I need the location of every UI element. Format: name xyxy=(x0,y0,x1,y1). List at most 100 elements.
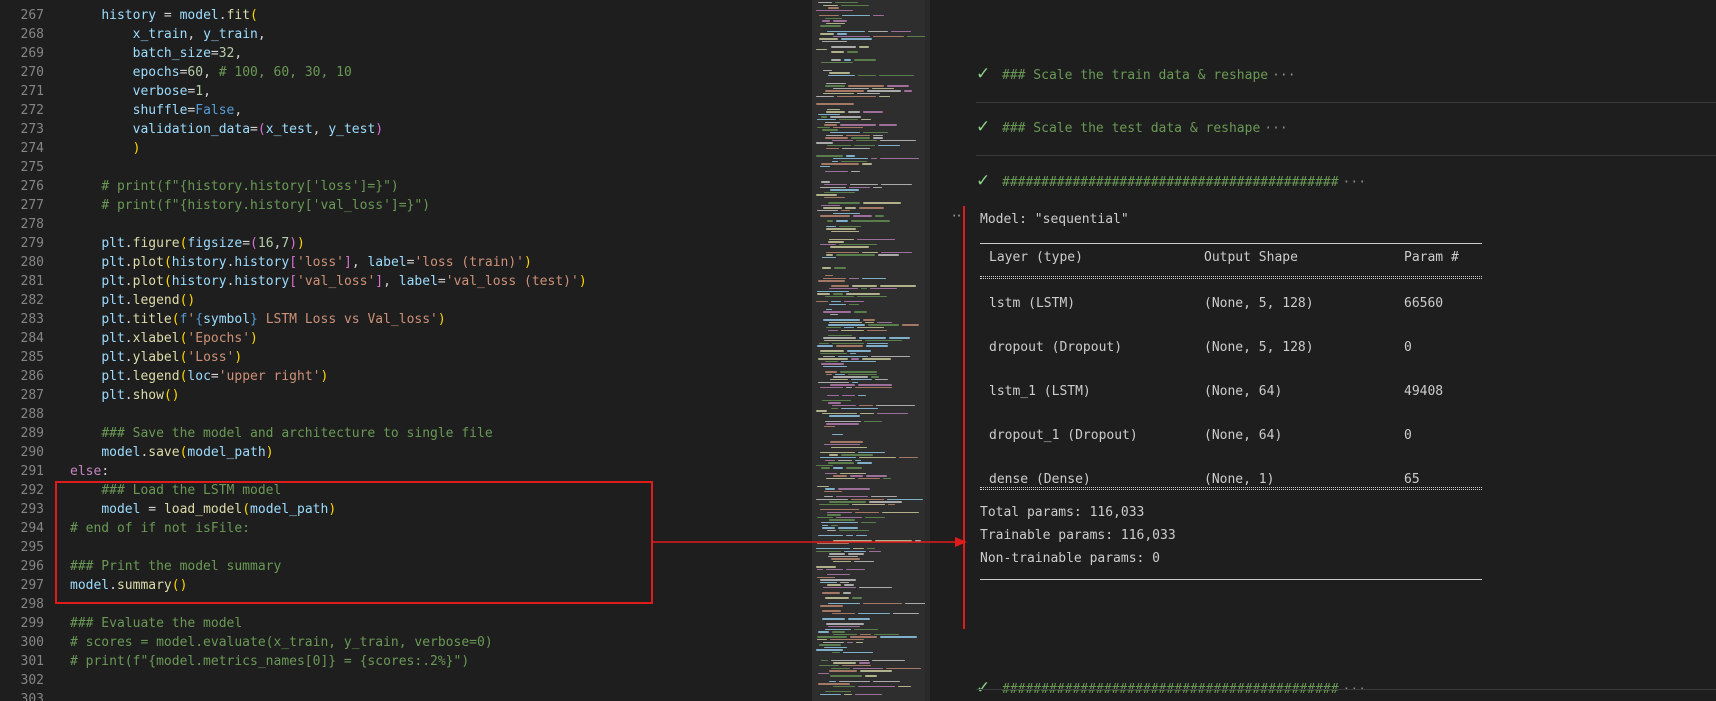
code-text[interactable]: plt.title(f'{symbol} LSTM Loss vs Val_lo… xyxy=(70,310,445,329)
code-text[interactable]: verbose=1, xyxy=(70,82,211,101)
code-line[interactable]: 272 shuffle=False, xyxy=(0,101,810,120)
code-text[interactable]: ) xyxy=(70,139,141,158)
code-line[interactable]: 289 ### Save the model and architecture … xyxy=(0,424,810,443)
code-text[interactable]: # print(f"{history.history['val_loss']=}… xyxy=(70,196,430,215)
code-text[interactable]: epochs=60, # 100, 60, 30, 10 xyxy=(70,63,352,82)
minimap[interactable] xyxy=(812,0,932,701)
collapsed-cell[interactable]: ✓ #######################################… xyxy=(976,674,1716,701)
minimap-line xyxy=(862,277,886,279)
code-line[interactable]: 287 plt.show() xyxy=(0,386,810,405)
code-line[interactable]: 271 verbose=1, xyxy=(0,82,810,101)
code-line[interactable]: 303 xyxy=(0,690,810,701)
minimap-line xyxy=(826,373,832,376)
code-text[interactable]: # print(f"{history.history['loss']=}") xyxy=(70,177,398,196)
code-line[interactable]: 291 else: xyxy=(0,462,810,481)
minimap-line xyxy=(860,670,892,672)
collapsed-cell[interactable]: ✓ ### Scale the train data & reshape ··· xyxy=(976,60,1716,88)
code-line[interactable]: 277 # print(f"{history.history['val_loss… xyxy=(0,196,810,215)
minimap-line xyxy=(817,290,849,292)
code-line[interactable]: 267 history = model.fit( xyxy=(0,6,810,25)
line-number: 270 xyxy=(20,65,44,80)
code-text[interactable]: plt.legend(loc='upper right') xyxy=(70,367,328,386)
minimap-line xyxy=(840,581,849,584)
expand-cell-ellipsis-icon[interactable]: ··· xyxy=(1264,121,1287,136)
code-line[interactable]: 299 ### Evaluate the model xyxy=(0,614,810,633)
output-shape: (None, 64) xyxy=(1204,384,1283,399)
code-text[interactable]: plt.legend() xyxy=(70,291,195,310)
code-line[interactable]: 280 plt.plot(history.history['loss'], la… xyxy=(0,253,810,272)
code-line[interactable]: 282 plt.legend() xyxy=(0,291,810,310)
code-line[interactable]: 278 xyxy=(0,215,810,234)
code-line[interactable]: 288 xyxy=(0,405,810,424)
minimap-line xyxy=(872,659,905,662)
code-line[interactable]: 285 plt.ylabel('Loss') xyxy=(0,348,810,367)
code-text[interactable]: # scores = model.evaluate(x_train, y_tra… xyxy=(70,633,493,652)
code-line[interactable]: 268 x_train, y_train, xyxy=(0,25,810,44)
code-line[interactable]: 281 plt.plot(history.history['val_loss']… xyxy=(0,272,810,291)
code-text[interactable]: batch_size=32, xyxy=(70,44,243,63)
code-text[interactable]: plt.ylabel('Loss') xyxy=(70,348,242,367)
minimap-line xyxy=(833,20,847,22)
code-line[interactable]: 283 plt.title(f'{symbol} LSTM Loss vs Va… xyxy=(0,310,810,329)
minimap-line xyxy=(831,446,867,448)
minimap-line xyxy=(822,399,851,402)
code-text[interactable]: model.save(model_path) xyxy=(70,443,274,462)
code-text[interactable]: ### Save the model and architecture to s… xyxy=(70,424,492,443)
code-line[interactable]: 302 xyxy=(0,671,810,690)
code-line[interactable]: 269 batch_size=32, xyxy=(0,44,810,63)
line-number: 293 xyxy=(20,502,44,517)
code-line[interactable]: 286 plt.legend(loc='upper right') xyxy=(0,367,810,386)
code-token: . xyxy=(218,8,227,23)
minimap-line xyxy=(828,329,838,331)
collapsed-cell[interactable]: ✓ #######################################… xyxy=(976,167,1716,195)
minimap-line xyxy=(843,592,851,594)
minimap-line xyxy=(824,124,837,126)
expand-cell-ellipsis-icon[interactable]: ··· xyxy=(1343,175,1366,190)
code-line[interactable]: 274 ) xyxy=(0,139,810,158)
code-token: = xyxy=(210,369,219,384)
minimap-line xyxy=(817,636,847,638)
code-text[interactable]: plt.show() xyxy=(70,386,179,405)
code-text[interactable]: plt.figure(figsize=(16,7)) xyxy=(70,234,305,253)
code-text[interactable]: plt.xlabel('Epochs') xyxy=(70,329,258,348)
code-text[interactable]: validation_data=(x_test, y_test) xyxy=(70,120,383,139)
minimap-line xyxy=(881,251,912,253)
output-more-actions-icon[interactable]: ··· xyxy=(948,206,970,226)
code-token: history xyxy=(171,255,227,270)
code-text[interactable]: # print(f"{model.metrics_names[0]} = {sc… xyxy=(70,652,469,671)
code-text[interactable]: plt.plot(history.history['val_loss'], la… xyxy=(70,272,586,291)
expand-cell-ellipsis-icon[interactable]: ··· xyxy=(1272,68,1295,83)
code-line[interactable]: 284 plt.xlabel('Epochs') xyxy=(0,329,810,348)
code-text[interactable]: history = model.fit( xyxy=(70,6,258,25)
code-text[interactable]: ### Evaluate the model xyxy=(70,614,242,633)
collapsed-cell[interactable]: ✓ ### Scale the test data & reshape ··· xyxy=(976,113,1716,141)
code-line[interactable]: 300 # scores = model.evaluate(x_train, y_… xyxy=(0,633,810,652)
minimap-line xyxy=(827,108,840,110)
code-line[interactable]: 275 xyxy=(0,158,810,177)
code-line[interactable]: 279 plt.figure(figsize=(16,7)) xyxy=(0,234,810,253)
code-text[interactable]: x_train, y_train, xyxy=(70,25,266,44)
minimap-line xyxy=(839,529,869,532)
code-text[interactable]: shuffle=False, xyxy=(70,101,243,120)
code-line[interactable]: 273 validation_data=(x_test, y_test) xyxy=(0,120,810,139)
cell-preview-text: ########################################… xyxy=(1002,175,1339,190)
line-number: 278 xyxy=(20,217,44,232)
total-params: Total params: 116,033 xyxy=(980,505,1145,520)
code-text[interactable]: plt.plot(history.history['loss'], label=… xyxy=(70,253,532,272)
code-line[interactable]: 270 epochs=60, # 100, 60, 30, 10 xyxy=(0,63,810,82)
minimap-line xyxy=(857,238,895,240)
code-text[interactable]: else: xyxy=(70,462,109,481)
code-line[interactable]: 276 # print(f"{history.history['loss']=}… xyxy=(0,177,810,196)
code-token: ) xyxy=(289,236,298,251)
minimap-line xyxy=(854,311,867,313)
param-count: 0 xyxy=(1404,340,1412,355)
code-token: ) xyxy=(265,445,274,460)
minimap-line xyxy=(827,511,852,513)
minimap-line xyxy=(857,462,872,464)
minimap-line xyxy=(858,685,895,688)
code-line[interactable]: 301 # print(f"{model.metrics_names[0]} = … xyxy=(0,652,810,671)
code-line[interactable]: 290 model.save(model_path) xyxy=(0,443,810,462)
